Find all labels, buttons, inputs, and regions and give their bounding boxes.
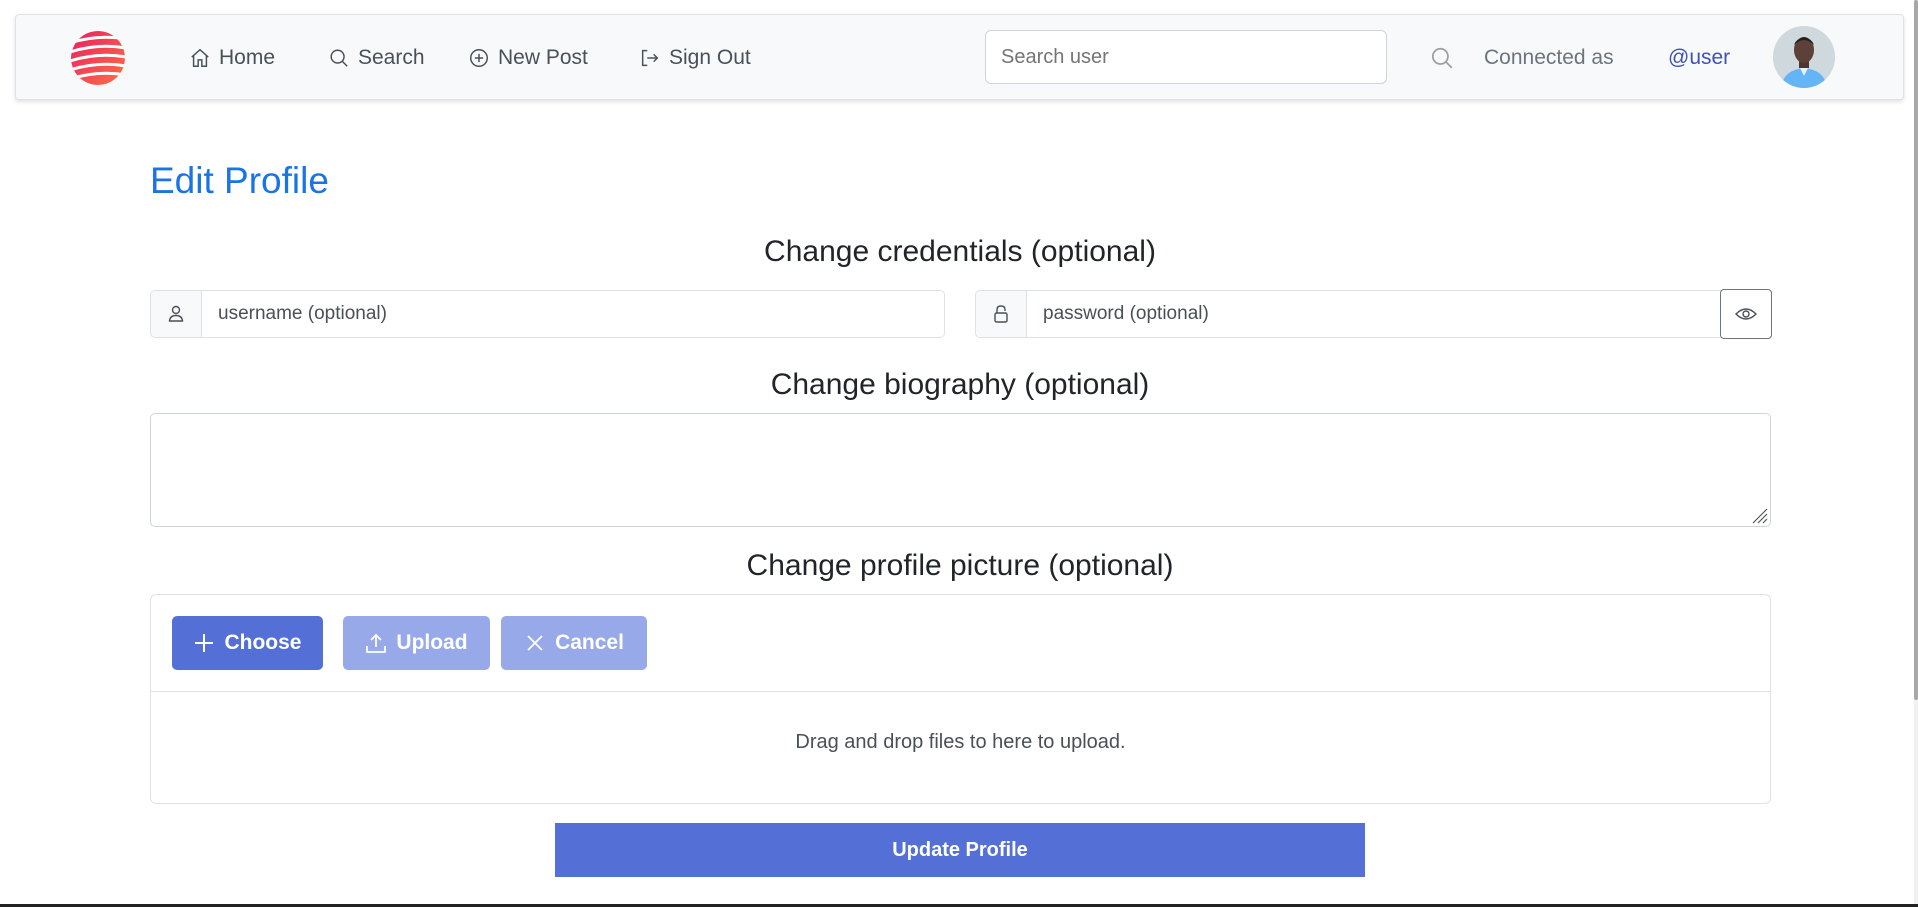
profile-picture-heading: Change profile picture (optional) bbox=[746, 549, 1174, 582]
close-icon bbox=[527, 635, 543, 651]
user-avatar-icon bbox=[1773, 26, 1835, 88]
nav-sign-out[interactable]: Sign Out bbox=[639, 45, 751, 71]
nav-new-post[interactable]: New Post bbox=[468, 45, 588, 71]
toggle-password-visibility-button[interactable] bbox=[1720, 289, 1772, 339]
nav-home-label: Home bbox=[219, 46, 276, 69]
password-group bbox=[975, 289, 1772, 339]
choose-button[interactable]: Choose bbox=[172, 616, 323, 670]
uploader-toolbar: Choose Upload Cancel bbox=[151, 595, 1770, 692]
app-logo-icon[interactable] bbox=[70, 30, 126, 86]
username-group bbox=[150, 290, 945, 338]
update-profile-button[interactable]: Update Profile bbox=[555, 823, 1365, 877]
plus-icon bbox=[195, 634, 214, 652]
nav-search-label: Search bbox=[358, 46, 425, 69]
nav-home[interactable]: Home bbox=[189, 45, 275, 71]
home-icon bbox=[191, 48, 209, 67]
nav-new-post-label: New Post bbox=[498, 46, 588, 69]
current-user-link[interactable]: @user bbox=[1668, 46, 1730, 70]
scrollbar-thumb[interactable] bbox=[1914, 0, 1918, 700]
nav-search[interactable]: Search bbox=[328, 45, 425, 71]
sign-out-icon bbox=[641, 49, 659, 67]
upload-icon bbox=[366, 633, 387, 653]
page-title: Edit Profile bbox=[150, 160, 329, 201]
plus-circle-icon bbox=[470, 49, 488, 67]
search-user-input[interactable] bbox=[985, 30, 1387, 84]
nav-sign-out-label: Sign Out bbox=[669, 46, 751, 69]
upload-button[interactable]: Upload bbox=[343, 616, 490, 670]
username-field[interactable] bbox=[202, 291, 944, 337]
page: Home Search New Post Sign Out Connected … bbox=[0, 0, 1918, 907]
top-navbar: Home Search New Post Sign Out Connected … bbox=[15, 14, 1904, 100]
password-addon bbox=[976, 291, 1027, 337]
user-icon bbox=[168, 305, 184, 322]
cancel-label: Cancel bbox=[555, 631, 624, 654]
connected-as-label: Connected as bbox=[1484, 46, 1614, 69]
credentials-heading: Change credentials (optional) bbox=[764, 235, 1156, 268]
choose-label: Choose bbox=[224, 631, 302, 654]
drop-zone-text: Drag and drop files to here to upload. bbox=[795, 731, 1126, 753]
file-uploader: Choose Upload Cancel Drag and drop files… bbox=[150, 594, 1771, 804]
biography-textarea[interactable] bbox=[150, 413, 1771, 527]
eye-icon bbox=[1735, 308, 1757, 320]
password-field[interactable] bbox=[1027, 291, 1720, 337]
search-icon bbox=[330, 49, 348, 67]
username-addon bbox=[151, 291, 202, 337]
cancel-button[interactable]: Cancel bbox=[501, 616, 647, 670]
avatar[interactable] bbox=[1773, 26, 1835, 88]
upload-label: Upload bbox=[396, 631, 468, 654]
lock-icon bbox=[994, 305, 1008, 323]
search-submit-icon[interactable] bbox=[1429, 45, 1455, 71]
biography-heading: Change biography (optional) bbox=[770, 368, 1150, 401]
resize-handle-icon[interactable] bbox=[1750, 506, 1768, 524]
